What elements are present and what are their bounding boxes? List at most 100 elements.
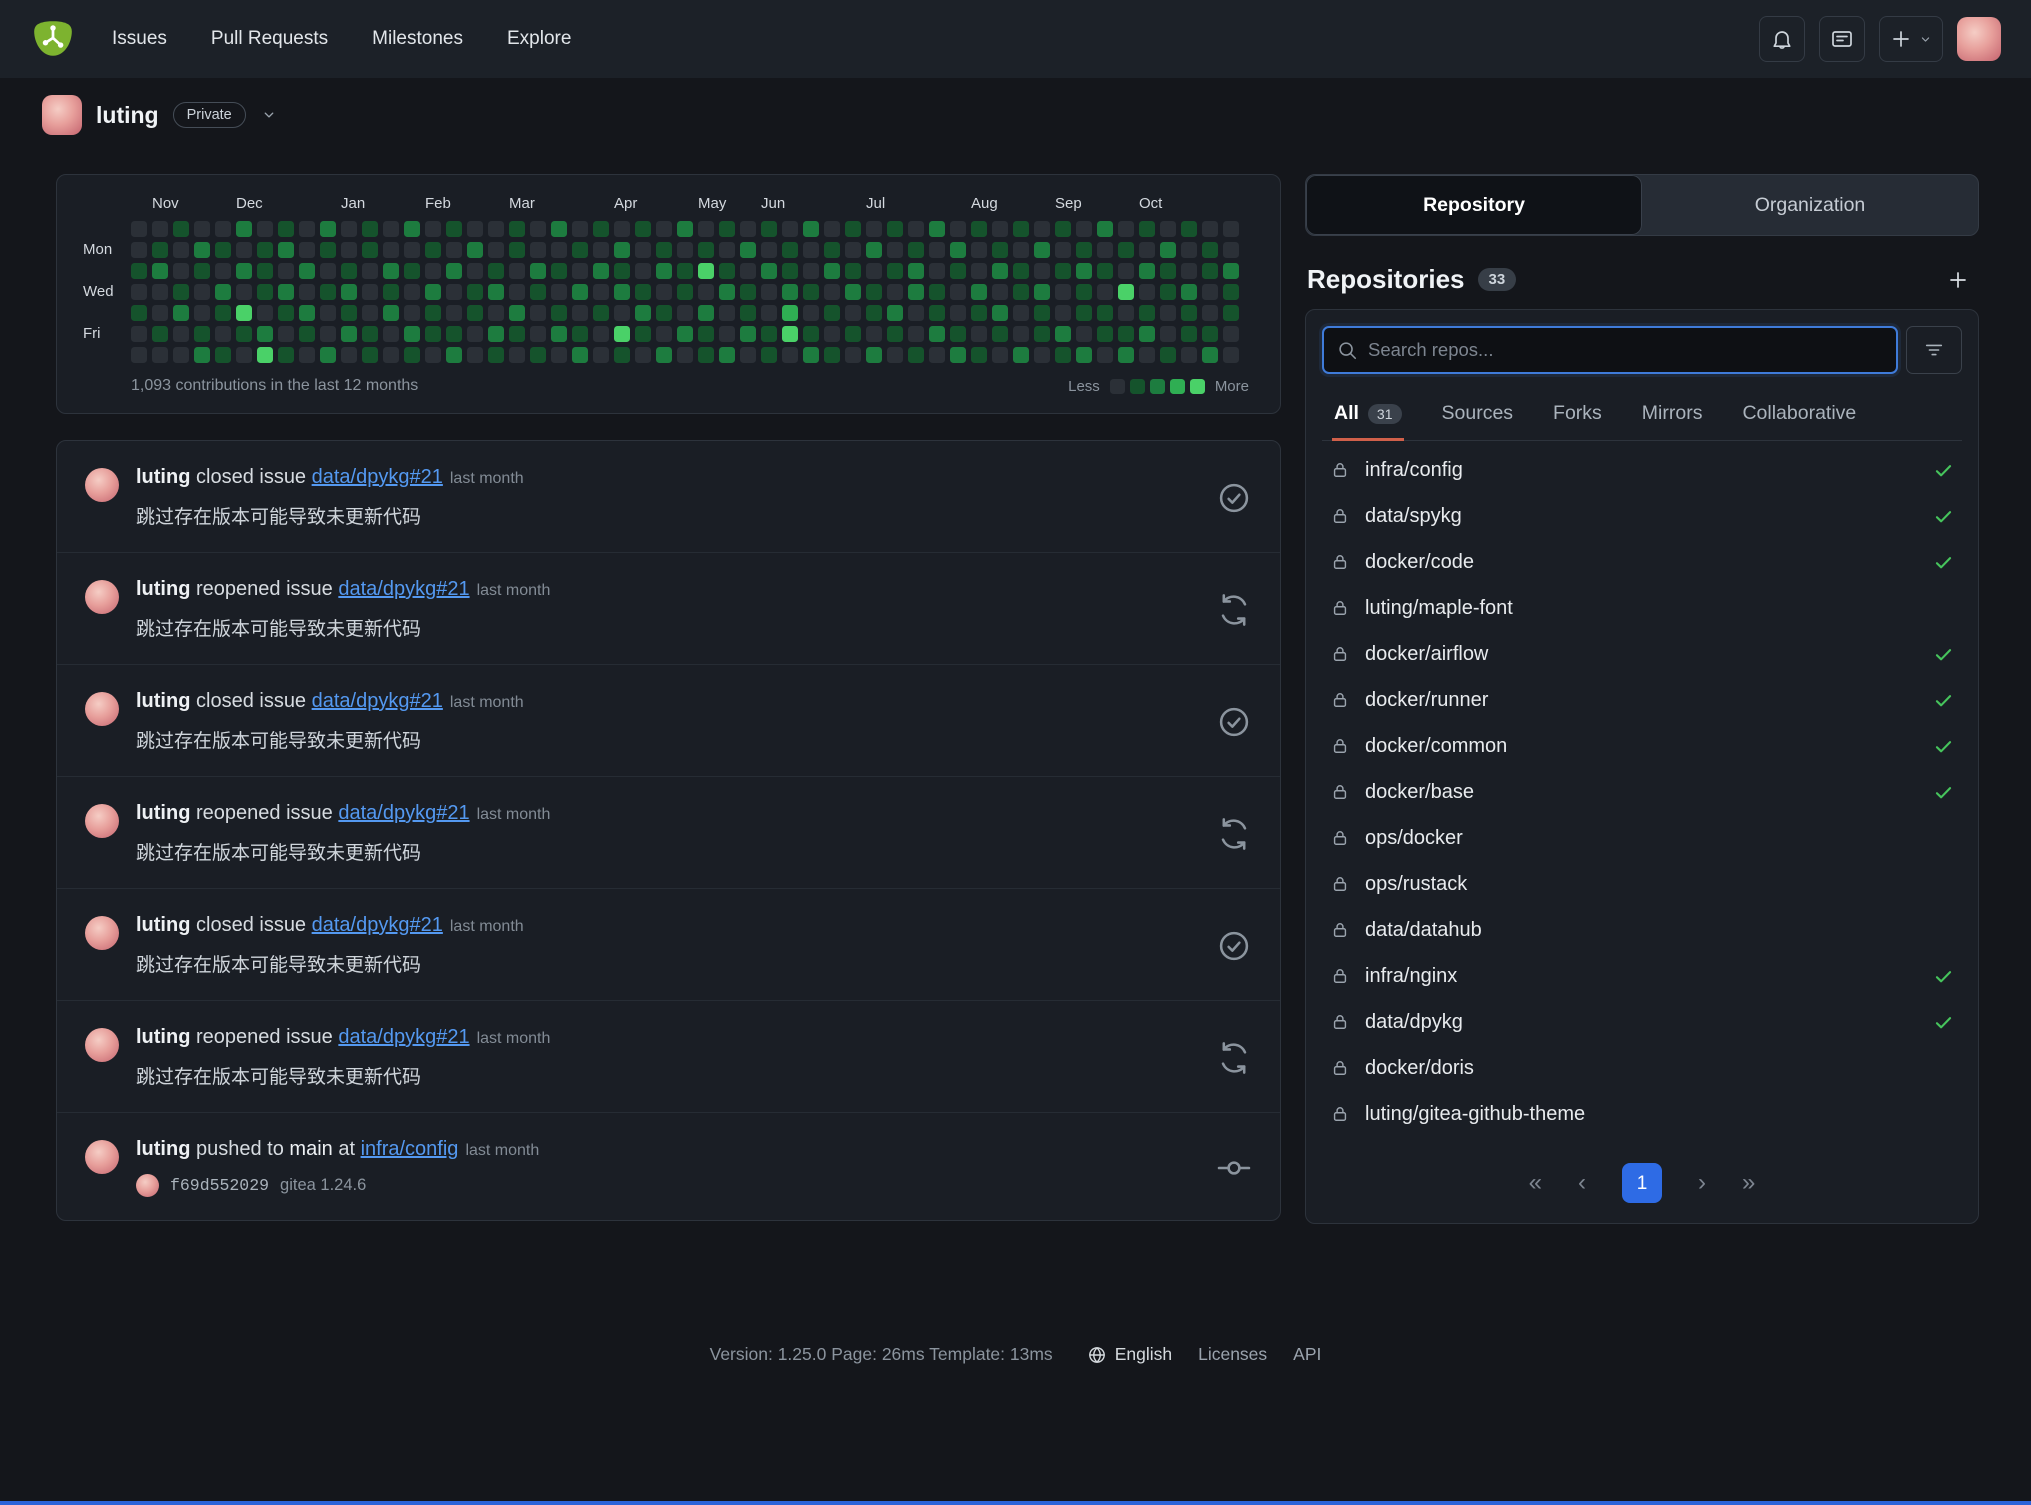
heatmap-cell [1097,347,1113,363]
heatmap-cell [593,305,609,321]
feed-avatar[interactable] [85,916,119,950]
heatmap-cell [1139,347,1155,363]
heatmap-cell [551,221,567,237]
heatmap-cell [425,347,441,363]
repo-list-item[interactable]: data/spykg [1322,493,1962,539]
heatmap-cell [782,347,798,363]
filter-tab-mirrors[interactable]: Mirrors [1640,390,1705,441]
feed-actor-link[interactable]: luting [136,914,190,936]
repo-list-item[interactable]: luting/gitea-github-theme [1322,1091,1962,1137]
feed-avatar[interactable] [85,692,119,726]
heatmap-cell [215,221,231,237]
heatmap-cell [761,263,777,279]
user-avatar[interactable] [1957,17,2001,61]
repo-list-item[interactable]: docker/airflow [1322,631,1962,677]
repo-list-item[interactable]: docker/doris [1322,1045,1962,1091]
profile-avatar[interactable] [42,95,82,135]
heatmap-cell [761,221,777,237]
lock-icon [1330,920,1350,940]
repo-search-input[interactable] [1368,339,1884,361]
pagination-last-button[interactable]: » [1742,1171,1755,1195]
heatmap-cell [887,347,903,363]
heatmap-cell [950,263,966,279]
cards-button[interactable] [1819,16,1865,62]
heatmap-cell [1160,263,1176,279]
lock-icon [1330,828,1350,848]
gitea-logo[interactable] [30,16,76,62]
heatmap-cell [236,284,252,300]
footer-link-english[interactable]: English [1087,1344,1172,1365]
feed-actor-link[interactable]: luting [136,1026,190,1048]
heatmap-cell [929,347,945,363]
feed-avatar[interactable] [85,804,119,838]
tab-repository[interactable]: Repository [1306,175,1642,235]
commit-sha-link[interactable]: f69d552029 [170,1176,269,1195]
heatmap-cell [299,221,315,237]
create-new-button[interactable] [1879,16,1943,62]
feed-repo-link[interactable]: data/dpykg#21 [312,914,443,936]
heatmap-cell [362,284,378,300]
feed-actor-link[interactable]: luting [136,578,190,600]
activity-feed: luting closed issue data/dpykg#21last mo… [56,440,1281,1221]
repo-list-item[interactable]: docker/runner [1322,677,1962,723]
repo-list-item[interactable]: infra/config [1322,447,1962,493]
legend-square [1190,379,1205,394]
heatmap-cell [572,347,588,363]
feed-avatar[interactable] [85,580,119,614]
filter-tab-all[interactable]: All31 [1332,390,1404,441]
repo-list-item[interactable]: infra/nginx [1322,953,1962,999]
filter-tab-forks[interactable]: Forks [1551,390,1604,441]
feed-action-text: pushed to [196,1138,284,1160]
heatmap-cell [152,242,168,258]
nav-item-milestones[interactable]: Milestones [372,28,463,50]
check-icon [1933,552,1954,573]
nav-item-issues[interactable]: Issues [112,28,167,50]
feed-avatar[interactable] [85,468,119,502]
heatmap-cell [1097,242,1113,258]
repo-list-item[interactable]: docker/base [1322,769,1962,815]
feed-actor-link[interactable]: luting [136,690,190,712]
heatmap-cell [467,263,483,279]
filter-tab-collaborative[interactable]: Collaborative [1740,390,1858,441]
repo-list-item[interactable]: data/dpykg [1322,999,1962,1045]
filter-tab-sources[interactable]: Sources [1440,390,1516,441]
pagination-next-button[interactable]: › [1698,1171,1706,1195]
repo-list-item[interactable]: luting/maple-font [1322,585,1962,631]
heatmap-cell [950,347,966,363]
notifications-button[interactable] [1759,16,1805,62]
feed-repo-link[interactable]: data/dpykg#21 [312,466,443,488]
feed-repo-link[interactable]: data/dpykg#21 [338,1026,469,1048]
repo-list-item[interactable]: docker/common [1322,723,1962,769]
feed-item-headline: luting reopened issue data/dpykg#21last … [136,802,1187,825]
heatmap-cell [929,263,945,279]
heatmap-cell [215,242,231,258]
pagination-first-button[interactable]: « [1529,1171,1542,1195]
feed-actor-link[interactable]: luting [136,1138,190,1160]
repo-list-item[interactable]: docker/code [1322,539,1962,585]
tab-organization[interactable]: Organization [1642,175,1978,235]
repo-filter-button[interactable] [1906,326,1962,374]
pagination-current-page[interactable]: 1 [1622,1163,1662,1203]
feed-avatar[interactable] [85,1140,119,1174]
add-repository-button[interactable] [1943,265,1973,295]
feed-actor-link[interactable]: luting [136,466,190,488]
feed-repo-link[interactable]: data/dpykg#21 [338,578,469,600]
heatmap-cell [152,284,168,300]
feed-repo-link[interactable]: data/dpykg#21 [312,690,443,712]
feed-repo-link[interactable]: data/dpykg#21 [338,802,469,824]
repo-list-item[interactable]: ops/docker [1322,815,1962,861]
nav-item-explore[interactable]: Explore [507,28,571,50]
repo-list-item[interactable]: ops/rustack [1322,861,1962,907]
check-icon [1933,966,1954,987]
nav-item-pull-requests[interactable]: Pull Requests [211,28,328,50]
plus-icon [1889,27,1913,51]
profile-dropdown-chevron-icon[interactable] [260,106,278,124]
feed-repo-link[interactable]: infra/config [361,1138,459,1160]
repo-list-item[interactable]: data/datahub [1322,907,1962,953]
pagination-prev-button[interactable]: ‹ [1578,1171,1586,1195]
footer-link-licenses[interactable]: Licenses [1198,1344,1267,1365]
feed-item: luting closed issue data/dpykg#21last mo… [57,665,1280,777]
feed-actor-link[interactable]: luting [136,802,190,824]
feed-avatar[interactable] [85,1028,119,1062]
footer-link-api[interactable]: API [1293,1344,1321,1365]
